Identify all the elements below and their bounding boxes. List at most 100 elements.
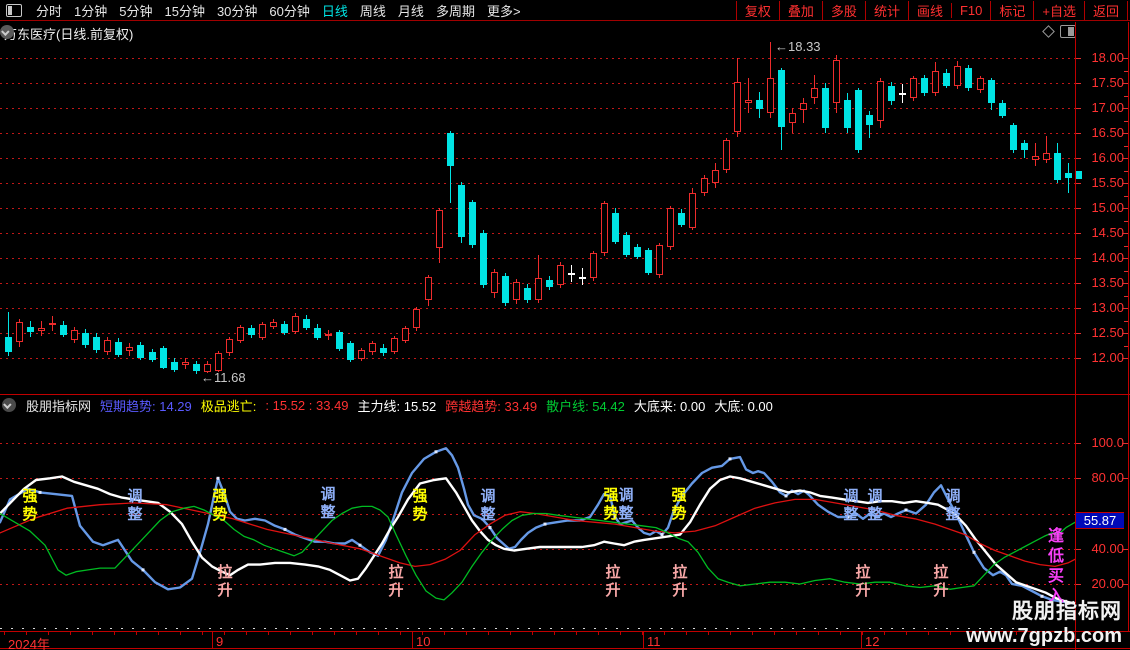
- indicator-plot[interactable]: 强势 调整 强势 拉升 调整 拉升 强势 调整 强势 调整 拉升 强势 拉升 调整 调整 拉升 拉升 调整 逢低买入: [0, 416, 1076, 631]
- candle-body: [557, 265, 564, 285]
- candle-wick: [803, 98, 804, 123]
- toolbar-button[interactable]: 画线: [907, 1, 951, 20]
- split-pane-icon[interactable]: [1060, 25, 1076, 38]
- toolbar-button[interactable]: 统计: [864, 1, 908, 20]
- axis-border-right: [1128, 22, 1129, 631]
- candle-body: [701, 178, 708, 193]
- candle-body: [789, 113, 796, 123]
- candle-body: [943, 73, 950, 86]
- line-marker: [660, 533, 664, 537]
- indicator-field: 散户线: 54.42: [546, 398, 625, 414]
- candle-body: [667, 208, 674, 247]
- line-marker: [141, 568, 145, 572]
- period-tab[interactable]: 分时: [30, 1, 68, 20]
- candle-body: [601, 203, 608, 253]
- signal-label: 拉升: [672, 564, 688, 599]
- toolbar-button[interactable]: 复权: [735, 1, 779, 20]
- price-axis-label: 13.00: [1091, 300, 1124, 315]
- axis-tick: [1076, 443, 1081, 444]
- candle-body: [38, 328, 45, 331]
- candle-body: [325, 334, 332, 336]
- date-minor-tick: [246, 632, 247, 635]
- period-tab[interactable]: 更多>: [481, 1, 527, 20]
- period-tab[interactable]: 60分钟: [263, 1, 315, 20]
- axis-tick: [1076, 133, 1081, 134]
- period-toolbar: 分时 1分钟 5分钟 15分钟 30分钟 60分钟 日线 周线 月线 多周期 更多> 复权 叠加 多股统…: [0, 0, 1130, 21]
- candle-body: [413, 309, 420, 328]
- date-axis-label: 2024年: [8, 637, 50, 650]
- signal-label: 调整: [945, 488, 961, 523]
- candle-body: [215, 353, 222, 371]
- candle-body: [115, 342, 122, 355]
- price-axis-label: 12.00: [1091, 350, 1124, 365]
- indicator-field: 大底: 0.00: [714, 398, 773, 414]
- price-axis-label: 17.00: [1091, 100, 1124, 115]
- candle-body: [160, 348, 167, 368]
- candle-body: [1021, 143, 1028, 150]
- candlestick-plot[interactable]: ←18.33 ←11.68: [0, 39, 1076, 392]
- signal-label: 拉升: [855, 564, 871, 599]
- diamond-icon[interactable]: [1042, 25, 1055, 38]
- indicator-site-name: 股朋指标网: [26, 398, 92, 414]
- period-tab[interactable]: 月线: [392, 1, 430, 20]
- axis-tick: [1122, 443, 1128, 444]
- line-marker: [728, 457, 732, 461]
- toolbar-button[interactable]: 多股: [821, 1, 865, 20]
- grid-line: [0, 58, 1076, 59]
- date-axis[interactable]: 2024年 9 10 11 12: [0, 631, 1130, 650]
- candle-body: [5, 337, 12, 352]
- line-marker: [434, 450, 438, 454]
- toolbar-button[interactable]: 叠加: [778, 1, 822, 20]
- min-price-annotation: ←11.68: [201, 370, 246, 385]
- candle-body: [82, 333, 89, 345]
- signal-label: 调整: [843, 488, 859, 523]
- period-tab[interactable]: 5分钟: [113, 1, 158, 20]
- toolbar-button[interactable]: F10: [950, 3, 990, 18]
- axis-tick: [1076, 208, 1081, 209]
- axis-tick: [1076, 58, 1081, 59]
- candle-body: [358, 350, 365, 359]
- candle-body: [270, 322, 277, 327]
- line-marker: [784, 494, 788, 498]
- last-price-marker: [1076, 171, 1082, 179]
- period-tab[interactable]: 15分钟: [158, 1, 210, 20]
- candle-body: [678, 213, 685, 225]
- date-minor-tick: [180, 632, 181, 635]
- candle-body: [469, 202, 476, 245]
- line-marker: [38, 490, 42, 494]
- candle-body: [712, 170, 719, 183]
- toolbar-button[interactable]: 标记: [990, 1, 1033, 20]
- line-marker: [216, 476, 220, 480]
- period-tab[interactable]: 周线: [354, 1, 392, 20]
- date-minor-tick: [70, 632, 71, 635]
- date-axis-label: 12: [865, 634, 880, 649]
- period-tab[interactable]: 日线: [316, 1, 354, 20]
- date-minor-tick: [26, 632, 27, 635]
- period-tab[interactable]: 30分钟: [211, 1, 263, 20]
- candle-body: [71, 330, 78, 340]
- axis-tick: [1076, 283, 1081, 284]
- chevron-down-icon[interactable]: [0, 25, 14, 39]
- line-marker: [904, 508, 908, 512]
- chevron-down-icon[interactable]: [2, 398, 16, 412]
- toolbar-button[interactable]: 返回: [1083, 1, 1128, 20]
- period-tab[interactable]: 1分钟: [68, 1, 113, 20]
- candle-body: [137, 345, 144, 358]
- toolbar-button[interactable]: +自选: [1033, 1, 1084, 20]
- signal-label: 拉升: [605, 564, 621, 599]
- axis-tick: [1076, 584, 1081, 585]
- period-tab[interactable]: 多周期: [430, 1, 481, 20]
- indicator-field: 大底来: 0.00: [633, 398, 706, 414]
- axis-minor-tick: [1124, 183, 1128, 184]
- candle-body: [855, 90, 862, 150]
- grid-line: [0, 308, 1076, 309]
- layout-icon[interactable]: [6, 4, 22, 17]
- candle-wick: [748, 78, 749, 113]
- date-minor-tick: [730, 632, 731, 635]
- axis-tick: [1122, 548, 1128, 550]
- candle-body: [458, 185, 465, 237]
- candle-body: [800, 103, 807, 110]
- candle-body: [1054, 153, 1061, 180]
- candle-body: [977, 78, 984, 90]
- watermark: 股朋指标网 www.7gpzb.com: [966, 595, 1122, 648]
